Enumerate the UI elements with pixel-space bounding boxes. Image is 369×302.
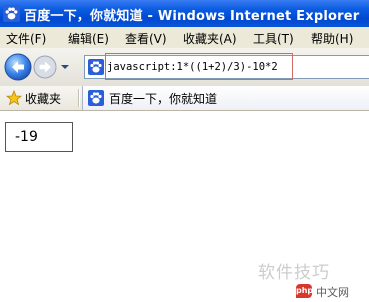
star-icon	[6, 90, 22, 106]
watermark-badge: php	[296, 284, 313, 298]
favorites-bar: 收藏夹 百度一下，你就知道	[0, 86, 369, 111]
menu-edit[interactable]: 编辑(E)	[68, 30, 109, 47]
toolbar-divider	[78, 89, 80, 107]
menu-favorites[interactable]: 收藏夹(A)	[183, 30, 237, 47]
address-toolbar	[0, 48, 369, 87]
menu-bar: 文件(F) 编辑(E) 查看(V) 收藏夹(A) 工具(T) 帮助(H)	[0, 27, 369, 49]
result-box: -19	[5, 122, 73, 152]
title-bar: 百度一下，你就知道 - Windows Internet Explorer	[0, 0, 369, 27]
menu-help[interactable]: 帮助(H)	[311, 30, 353, 47]
baidu-paw-icon	[88, 90, 104, 106]
chevron-down-icon[interactable]	[60, 63, 70, 71]
baidu-paw-icon	[88, 59, 104, 75]
tab-baidu[interactable]: 百度一下，你就知道	[82, 86, 369, 110]
menu-tools[interactable]: 工具(T)	[253, 30, 294, 47]
menu-file[interactable]: 文件(F)	[6, 30, 46, 47]
address-input[interactable]	[107, 56, 367, 78]
result-value: -19	[15, 129, 38, 145]
tab-label: 百度一下，你就知道	[109, 92, 218, 106]
favorites-button[interactable]: 收藏夹	[25, 90, 61, 107]
menu-view[interactable]: 查看(V)	[125, 30, 167, 47]
watermark-site: 中文网	[316, 286, 349, 299]
back-arrow-icon[interactable]	[4, 53, 32, 81]
watermark-text: 软件技巧	[258, 263, 330, 283]
forward-arrow-icon[interactable]	[33, 55, 57, 79]
baidu-paw-icon	[3, 5, 20, 22]
window-title: 百度一下，你就知道 - Windows Internet Explorer	[24, 9, 360, 23]
address-field[interactable]	[84, 55, 369, 79]
